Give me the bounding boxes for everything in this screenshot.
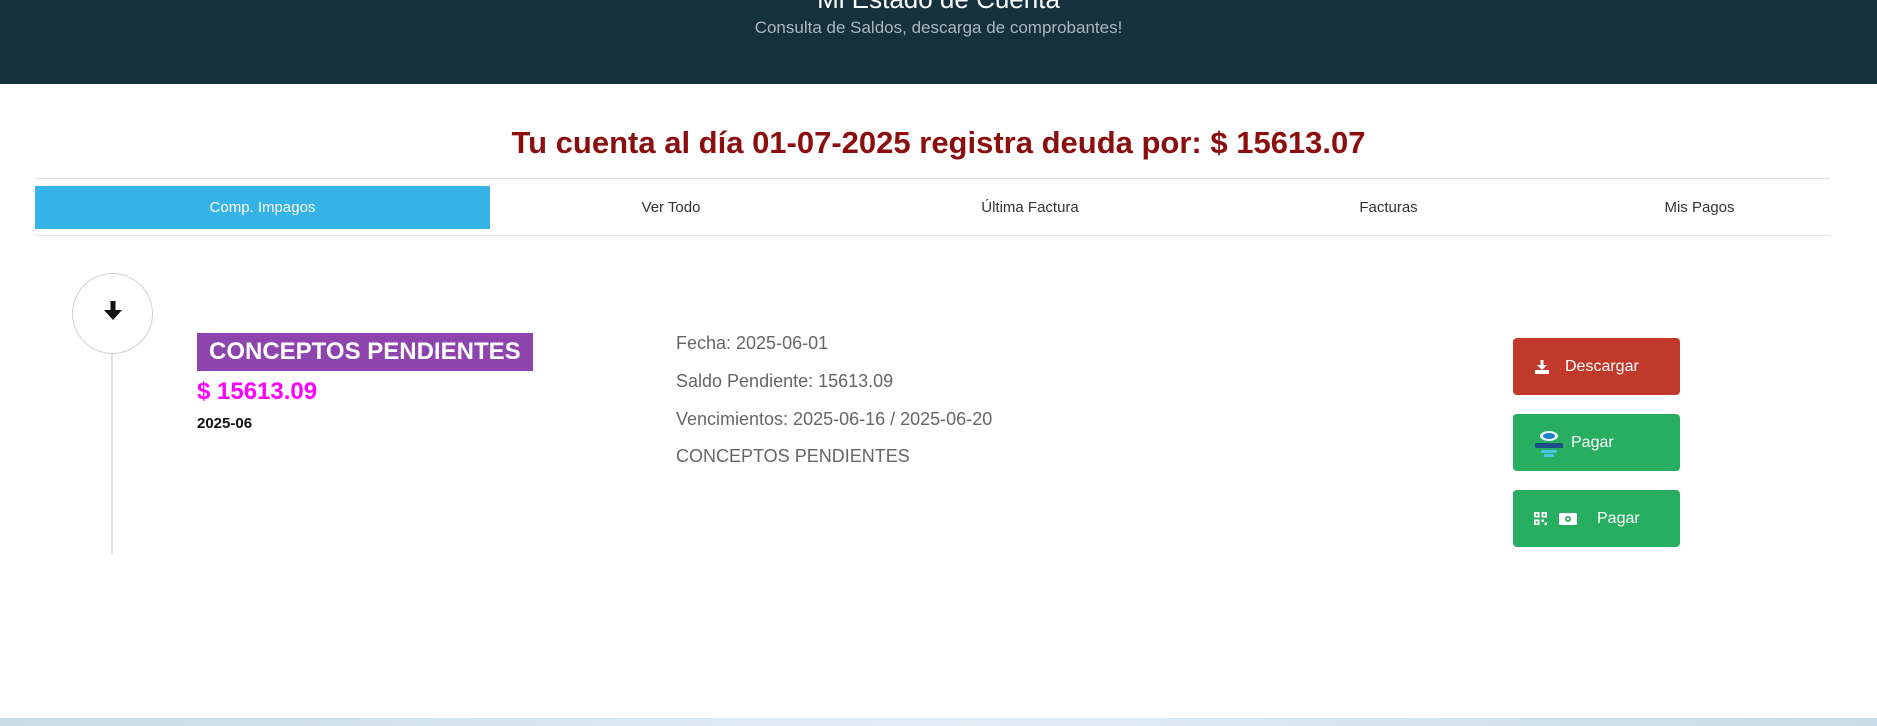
item-amount: $ 15613.09 <box>197 378 318 405</box>
tab-facturas[interactable]: Facturas <box>1208 186 1569 229</box>
download-button[interactable]: Descargar <box>1513 338 1680 395</box>
item-period: 2025-06 <box>197 415 253 432</box>
qr-code-icon <box>1534 512 1547 525</box>
timeline-marker <box>72 273 153 354</box>
detail-saldo: Saldo Pendiente: 15613.09 <box>676 371 894 391</box>
pay-mercadopago-button[interactable]: Pagar <box>1513 414 1680 471</box>
page-header: Mi Estado de Cuenta Consulta de Saldos, … <box>0 0 1877 84</box>
detail-concepto: CONCEPTOS PENDIENTES <box>676 446 910 466</box>
tab-ver-todo[interactable]: Ver Todo <box>490 186 852 229</box>
pay-qr-label: Pagar <box>1597 509 1640 527</box>
footer-strip <box>0 718 1877 726</box>
tab-mis-pagos[interactable]: Mis Pagos <box>1569 186 1830 229</box>
pay-qr-button[interactable]: Pagar <box>1513 490 1680 547</box>
download-button-label: Descargar <box>1565 357 1639 375</box>
debt-banner: Tu cuenta al día 01-07-2025 registra deu… <box>511 125 1366 160</box>
tab-bar: Comp. Impagos Ver Todo Última Factura Fa… <box>35 178 1830 236</box>
page-subtitle: Consulta de Saldos, descarga de comproba… <box>754 18 1123 37</box>
page-title: Mi Estado de Cuenta <box>0 0 1877 12</box>
download-icon <box>1535 359 1549 374</box>
tab-ultima-factura[interactable]: Última Factura <box>852 186 1208 229</box>
pay-mercadopago-label: Pagar <box>1571 433 1614 451</box>
tab-comp-impagos[interactable]: Comp. Impagos <box>35 186 490 229</box>
detail-fecha: Fecha: 2025-06-01 <box>676 333 829 353</box>
arrow-down-icon <box>103 300 123 327</box>
money-bill-icon <box>1559 512 1577 525</box>
detail-vencimientos: Vencimientos: 2025-06-16 / 2025-06-20 <box>676 409 993 429</box>
concept-badge: CONCEPTOS PENDIENTES <box>197 333 533 371</box>
timeline-line <box>111 354 113 554</box>
mercadopago-logo <box>1533 428 1565 458</box>
